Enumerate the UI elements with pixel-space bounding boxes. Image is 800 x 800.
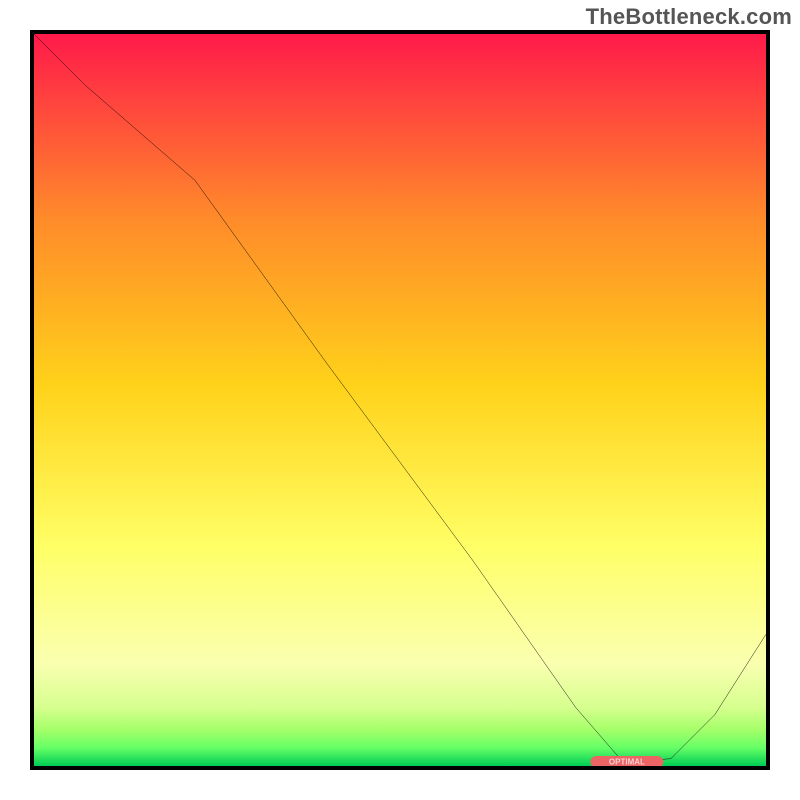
chart-container: TheBottleneck.com O [0, 0, 800, 800]
watermark-text: TheBottleneck.com [586, 4, 792, 30]
plot-frame: OPTIMAL [30, 30, 770, 770]
optimal-region-label: OPTIMAL [609, 757, 645, 766]
bottleneck-curve [34, 34, 766, 766]
